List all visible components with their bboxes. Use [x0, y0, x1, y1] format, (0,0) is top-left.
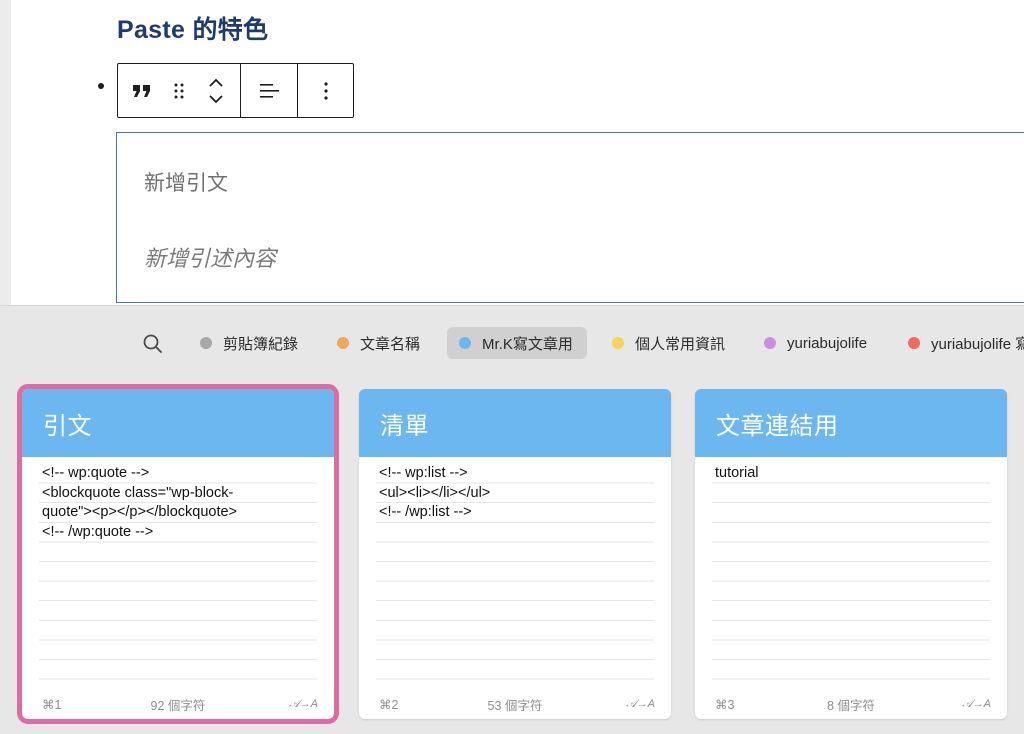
pinboard-yuriabujolife-writing[interactable]: yuriabujolife 寫 — [896, 327, 1024, 359]
clip-card-body: <!-- wp:quote --> <blockquote class="wp-… — [39, 457, 317, 689]
quote-block[interactable]: 新增引文 新增引述內容 — [116, 132, 1024, 303]
clip-card-char-count: 92 個字符 — [150, 698, 206, 713]
clip-card-shortcut: ⌘3 — [715, 697, 735, 712]
more-vertical-icon — [323, 81, 328, 100]
clip-card[interactable]: 引文 <!-- wp:quote --> <blockquote class="… — [17, 384, 339, 724]
clip-card-content: <!-- wp:quote --> <blockquote class="wp-… — [42, 465, 238, 540]
clip-card-title: 文章連結用 — [695, 389, 1007, 457]
clip-card-title: 引文 — [22, 389, 334, 457]
pinboard-color-dot — [200, 337, 212, 349]
pinboard-color-dot — [908, 337, 920, 349]
pinboard-clipboard-history[interactable]: 剪貼簿紀錄 — [188, 327, 312, 359]
pinboard-color-dot — [337, 337, 349, 349]
clip-card-body: tutorial — [712, 457, 990, 689]
clip-card-shortcut: ⌘2 — [379, 697, 399, 712]
align-button[interactable] — [255, 71, 283, 111]
quote-text-placeholder[interactable]: 新增引文 — [144, 167, 228, 197]
pinboard-label: 剪貼簿紀錄 — [223, 335, 299, 353]
pinboard-label: yuriabujolife — [787, 334, 868, 352]
pinboard-article-titles[interactable]: 文章名稱 — [325, 327, 434, 359]
clip-card-title: 清單 — [359, 389, 671, 457]
more-options-button[interactable] — [312, 71, 340, 111]
clip-card-footer: ⌘1 92 個字符 𝒜→A — [22, 689, 334, 719]
clip-card-char-count: 8 個字符 — [827, 698, 875, 713]
drag-handle[interactable] — [165, 71, 193, 111]
drag-handle-icon — [174, 83, 184, 98]
clip-card-shortcut: ⌘1 — [42, 697, 62, 712]
quote-citation-placeholder[interactable]: 新增引述內容 — [144, 241, 276, 273]
clip-card[interactable]: 文章連結用 tutorial ⌘3 8 個字符 𝒜→A — [695, 389, 1007, 719]
paste-clipboard-panel: 剪貼簿紀錄 文章名稱 Mr.K寫文章用 個人常用資訊 yuriabujolife… — [0, 305, 1024, 734]
quote-block-button[interactable] — [128, 71, 156, 111]
pinboard-label: Mr.K寫文章用 — [482, 335, 573, 353]
text-transform-icon[interactable]: 𝒜→A — [626, 698, 655, 711]
block-toolbar — [117, 63, 354, 118]
pinboard-label: yuriabujolife 寫 — [931, 335, 1024, 353]
pinboard-label: 文章名稱 — [360, 335, 421, 353]
pinboard-color-dot — [459, 337, 471, 349]
clip-card-content: tutorial — [715, 465, 759, 481]
clip-card-footer: ⌘3 8 個字符 𝒜→A — [695, 689, 1007, 719]
search-icon — [143, 334, 162, 353]
align-left-icon — [260, 83, 279, 98]
search-button[interactable] — [140, 331, 166, 357]
pinboard-bar: 剪貼簿紀錄 文章名稱 Mr.K寫文章用 個人常用資訊 yuriabujolife… — [0, 323, 1024, 363]
pinboard-mrk-writing[interactable]: Mr.K寫文章用 — [447, 327, 587, 359]
text-transform-icon[interactable]: 𝒜→A — [289, 698, 318, 711]
toolbar-group-align — [241, 64, 298, 117]
pinboard-color-dot — [612, 337, 624, 349]
pinboard-yuriabujolife[interactable]: yuriabujolife — [752, 327, 881, 359]
pinboard-label: 個人常用資訊 — [635, 335, 726, 353]
list-bullet — [98, 83, 104, 89]
move-up-down-button[interactable] — [202, 71, 230, 111]
page-heading[interactable]: Paste 的特色 — [117, 10, 268, 46]
editor-gutter — [0, 0, 11, 305]
quote-icon — [133, 84, 151, 97]
clip-card-footer: ⌘2 53 個字符 𝒜→A — [359, 689, 671, 719]
block-editor: Paste 的特色 新增引文 新增引述內容 — [0, 0, 1024, 305]
toolbar-group-block — [118, 64, 241, 117]
clip-card[interactable]: 清單 <!-- wp:list --> <ul><li></li></ul> <… — [359, 389, 671, 719]
toolbar-group-options — [298, 64, 353, 117]
chevron-up-down-icon — [209, 78, 223, 103]
clip-card-content: <!-- wp:list --> <ul><li></li></ul> <!--… — [379, 465, 491, 521]
pinboard-personal-info[interactable]: 個人常用資訊 — [600, 327, 739, 359]
clip-card-char-count: 53 個字符 — [487, 698, 543, 713]
pinboard-color-dot — [764, 337, 776, 349]
clip-card-body: <!-- wp:list --> <ul><li></li></ul> <!--… — [376, 457, 654, 689]
text-transform-icon[interactable]: 𝒜→A — [962, 698, 991, 711]
